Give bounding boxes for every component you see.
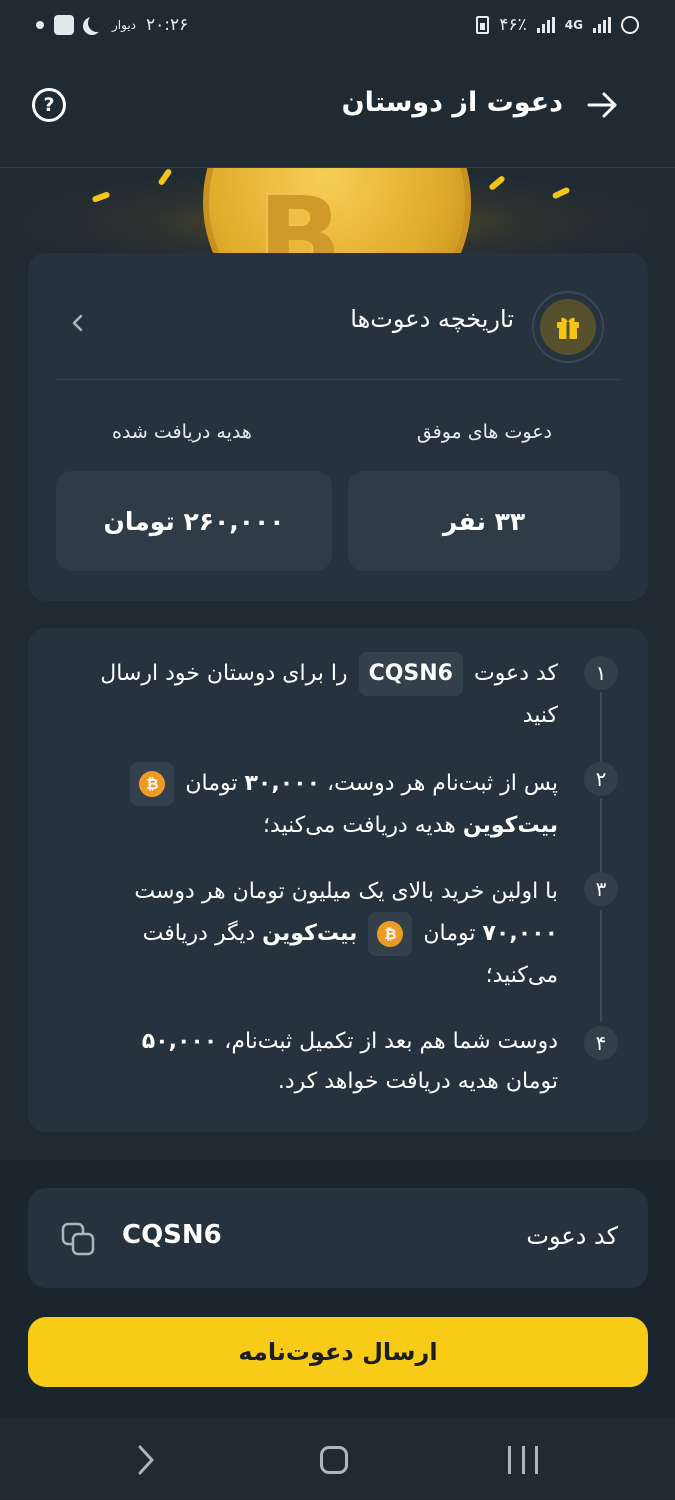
step-text-part: تومان xyxy=(423,921,476,946)
step-text: پس از ثبت‌نام هر دوست، ۳۰,۰۰۰ تومان ₿ بی… xyxy=(88,762,558,846)
system-nav-bar xyxy=(0,1418,675,1500)
step-text-part: تومان هدیه دریافت خواهد کرد. xyxy=(277,1069,558,1094)
clock: ۲۰:۲۶ xyxy=(146,15,189,35)
app-notification-icon xyxy=(54,15,74,35)
successful-invites-value: ۳۳ نفر xyxy=(348,471,620,571)
nav-recents-icon[interactable] xyxy=(508,1446,538,1474)
hero-banner: B xyxy=(0,168,675,258)
moon-icon xyxy=(88,14,106,32)
step-connector xyxy=(600,798,602,878)
invite-code-box: کد دعوت CQSN6 xyxy=(28,1188,648,1288)
step-connector xyxy=(600,692,602,764)
status-bar: ۴۶٪ 4G دیوار ۲۰:۲۶ xyxy=(0,0,675,50)
step-text-part: هدیه دریافت می‌کنید؛ xyxy=(262,813,456,838)
step-text: با اولین خرید بالای یک میلیون تومان هر د… xyxy=(88,872,558,996)
confetti xyxy=(157,168,173,187)
received-gift-value: ۲۶۰,۰۰۰ تومان xyxy=(56,471,332,571)
bitcoin-chip: ₿ xyxy=(130,762,175,806)
network-type: 4G xyxy=(564,18,583,32)
battery-icon xyxy=(476,16,490,34)
nav-back-icon[interactable] xyxy=(136,1444,156,1476)
help-icon[interactable]: ? xyxy=(32,88,66,122)
app-label: دیوار xyxy=(112,18,137,32)
confetti xyxy=(91,191,111,203)
bitcoin-chip: ₿ xyxy=(368,912,413,956)
step-text-part: با اولین خرید بالای یک میلیون تومان هر د… xyxy=(134,879,558,904)
copy-icon[interactable] xyxy=(60,1221,96,1257)
invite-code-label: کد دعوت xyxy=(526,1222,618,1250)
invite-code-chip: CQSN6 xyxy=(358,652,463,696)
history-row[interactable]: تاریخچه دعوت‌ها xyxy=(28,253,648,379)
step-text: کد دعوت CQSN6 را برای دوستان خود ارسال ک… xyxy=(88,652,558,736)
step-coin-name: بیت‌کوین xyxy=(262,921,358,946)
app-header: دعوت از دوستان ? xyxy=(0,60,675,168)
step-amount: ۵۰,۰۰۰ xyxy=(141,1029,218,1054)
step-text-part: تومان xyxy=(185,771,238,796)
step-connector xyxy=(600,910,602,1022)
confetti xyxy=(551,186,571,200)
divider xyxy=(56,379,619,380)
page-title: دعوت از دوستان xyxy=(341,87,563,118)
received-gift-label: هدیه دریافت شده xyxy=(112,421,252,443)
signal-icon-2 xyxy=(593,17,611,33)
gift-icon xyxy=(540,299,596,355)
gift-badge xyxy=(532,291,604,363)
step-number: ۱ xyxy=(584,656,618,690)
steps-card: ۱ کد دعوت CQSN6 را برای دوستان خود ارسال… xyxy=(28,628,648,1132)
step-amount: ۳۰,۰۰۰ xyxy=(244,771,321,796)
step-text-part: کد دعوت xyxy=(473,661,558,686)
invite-code-value: CQSN6 xyxy=(122,1220,222,1250)
notification-dot-icon xyxy=(36,21,44,29)
step-number: ۳ xyxy=(584,872,618,906)
step-text: دوست شما هم بعد از تکمیل ثبت‌نام، ۵۰,۰۰۰… xyxy=(88,1022,558,1102)
chevron-left-icon xyxy=(72,314,83,332)
step-number: ۲ xyxy=(584,762,618,796)
step-amount: ۷۰,۰۰۰ xyxy=(482,921,559,946)
history-label: تاریخچه دعوت‌ها xyxy=(350,305,514,333)
step-text-part: پس از ثبت‌نام هر دوست، xyxy=(327,771,558,796)
arrow-right-icon[interactable] xyxy=(585,88,619,122)
status-right-group: دیوار ۲۰:۲۶ xyxy=(36,15,188,35)
bitcoin-icon: ₿ xyxy=(139,771,166,797)
step-coin-name: بیت‌کوین xyxy=(462,813,558,838)
bitcoin-symbol: B xyxy=(258,173,342,258)
alarm-icon xyxy=(621,16,639,34)
step-text-part: دوست شما هم بعد از تکمیل ثبت‌نام، xyxy=(224,1029,558,1054)
step-number: ۴ xyxy=(584,1026,618,1060)
bitcoin-icon: ₿ xyxy=(377,921,404,947)
confetti xyxy=(488,174,506,192)
signal-icon xyxy=(536,17,555,33)
battery-percent: ۴۶٪ xyxy=(499,15,527,35)
stats-card: تاریخچه دعوت‌ها دعوت های موفق هدیه دریاف… xyxy=(28,253,648,601)
nav-home-icon[interactable] xyxy=(320,1446,348,1474)
send-invitation-button[interactable]: ارسال دعوت‌نامه xyxy=(28,1317,648,1387)
status-left-group: ۴۶٪ 4G xyxy=(476,15,639,35)
successful-invites-label: دعوت های موفق xyxy=(416,421,552,443)
